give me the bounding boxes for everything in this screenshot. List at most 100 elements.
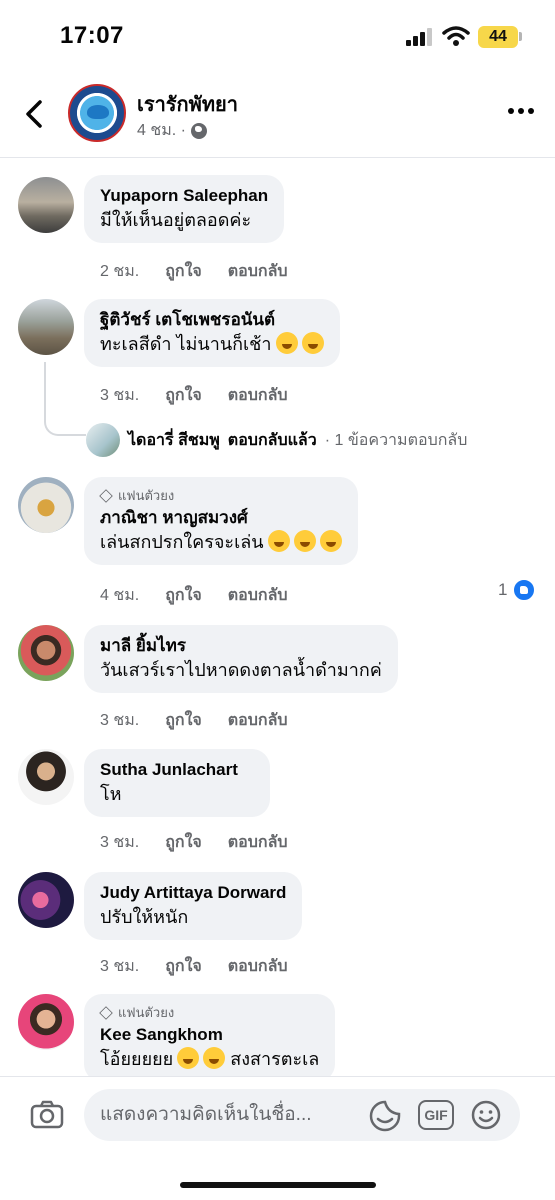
comment-bubble: มาลี ยิ้มไทร วันเสวร์เราไปหาดดงตาลน้ำดำม… <box>84 625 398 693</box>
post-header: เรารักพัทยา 4 ชม. · <box>0 70 555 158</box>
post-time: 4 ชม. · <box>137 122 186 139</box>
reply-author: ไดอารี่ สีชมพู <box>128 431 220 449</box>
comment-author[interactable]: ภาณิชา หาญสมวงศ์ <box>100 507 342 529</box>
comment-text: เล่นสกปรกใครจะเล่น <box>100 529 342 555</box>
comment-bubble: แฟนตัวยง ภาณิชา หาญสมวงศ์ เล่นสกปรกใครจะ… <box>84 477 358 565</box>
diamond-icon <box>99 489 113 503</box>
reply-button[interactable]: ตอบกลับ <box>228 830 288 855</box>
comment-author[interactable]: Kee Sangkhom <box>100 1024 319 1046</box>
comment-time: 3 ชม. <box>100 387 140 404</box>
comment-actions: 3 ชม. ถูกใจ ตอบกลับ <box>100 708 288 733</box>
comment-author[interactable]: ฐิติวัชร์ เตโชเพชรอนันต์ <box>100 309 324 331</box>
smiley-icon[interactable] <box>470 1099 502 1131</box>
comment-author[interactable]: มาลี ยิ้มไทร <box>100 635 382 657</box>
comment-bubble: Yupaporn Saleephan มีให้เห็นอยู่ตลอดค่ะ <box>84 175 285 243</box>
comment-actions: 3 ชม. ถูกใจ ตอบกลับ <box>100 830 288 855</box>
comment-text: โห <box>100 784 122 804</box>
grin-emoji-icon <box>301 332 324 354</box>
post-meta: 4 ชม. · <box>137 118 207 143</box>
status-bar: 17:07 44 <box>0 0 555 70</box>
dolphin-logo-icon <box>87 105 109 119</box>
comment-actions: 3 ชม. ถูกใจ ตอบกลับ <box>100 954 288 979</box>
like-button[interactable]: ถูกใจ <box>165 583 202 608</box>
shush-emoji-icon <box>267 530 290 552</box>
avatar[interactable] <box>18 749 74 805</box>
comment-bubble: Sutha Junlachart โห <box>84 749 270 817</box>
comment-input-wrapper: GIF <box>84 1089 520 1141</box>
comment-text: โอ้ยยยยย สงสารตะเล <box>100 1046 319 1072</box>
status-time: 17:07 <box>60 22 124 49</box>
like-icon <box>513 579 536 601</box>
badge-label: แฟนตัวยง <box>118 1005 175 1020</box>
avatar[interactable] <box>18 994 74 1050</box>
view-replies-link[interactable]: ไดอารี่ สีชมพู ตอบกลับแล้ว · 1 ข้อความตอ… <box>86 423 467 457</box>
like-button[interactable]: ถูกใจ <box>165 259 202 284</box>
reply-button[interactable]: ตอบกลับ <box>228 708 288 733</box>
comment-time: 3 ชม. <box>100 958 140 975</box>
diamond-icon <box>99 1006 113 1020</box>
comment-time: 4 ชม. <box>100 587 140 604</box>
comment-actions: 3 ชม. ถูกใจ ตอบกลับ <box>100 383 288 408</box>
reaction-count[interactable]: 1 <box>498 579 536 601</box>
sticker-icon[interactable] <box>368 1099 402 1133</box>
avatar <box>86 423 120 457</box>
globe-icon <box>190 122 207 139</box>
comment-author[interactable]: Sutha Junlachart <box>100 759 254 781</box>
more-options-button[interactable] <box>508 108 534 116</box>
shush-emoji-icon <box>293 530 316 552</box>
signal-icon <box>406 28 434 46</box>
comment-bubble: แฟนตัวยง Kee Sangkhom โอ้ยยยยย สงสารตะเล <box>84 994 336 1082</box>
comment-author[interactable]: Judy Artittaya Dorward <box>100 882 286 904</box>
avatar[interactable] <box>18 872 74 928</box>
like-button[interactable]: ถูกใจ <box>165 708 202 733</box>
comment-bubble: Judy Artittaya Dorward ปรับให้หนัก <box>84 872 303 940</box>
comment-time: 2 ชม. <box>100 263 140 280</box>
comment-actions: 4 ชม. ถูกใจ ตอบกลับ <box>100 583 288 608</box>
reaction-number: 1 <box>498 580 508 599</box>
comment-author[interactable]: Yupaporn Saleephan <box>100 185 268 207</box>
sad-emoji-icon <box>177 1047 200 1069</box>
like-button[interactable]: ถูกใจ <box>165 954 202 979</box>
comment-text: มีให้เห็นอยู่ตลอดค่ะ <box>100 210 252 230</box>
comment-time: 3 ชม. <box>100 834 140 851</box>
battery-level: 44 <box>478 26 518 48</box>
home-indicator <box>180 1182 376 1188</box>
comment-text-body: ทะเลสีดำ ไม่นานก็เช้า <box>100 334 272 354</box>
cry-emoji-icon <box>203 1047 226 1069</box>
reply-action: ตอบกลับแล้ว <box>227 431 317 449</box>
more-icon <box>508 108 514 114</box>
like-button[interactable]: ถูกใจ <box>165 383 202 408</box>
camera-icon[interactable] <box>30 1099 64 1129</box>
avatar[interactable] <box>18 299 74 355</box>
reply-button[interactable]: ตอบกลับ <box>228 259 288 284</box>
top-fan-badge: แฟนตัวยง <box>99 487 342 505</box>
comment-text-body: โอ้ยยยยย <box>100 1049 174 1069</box>
page-avatar[interactable] <box>68 84 126 142</box>
comment-actions: 2 ชม. ถูกใจ ตอบกลับ <box>100 259 288 284</box>
comment-text: ทะเลสีดำ ไม่นานก็เช้า <box>100 331 324 357</box>
avatar[interactable] <box>18 477 74 533</box>
battery-tip <box>519 32 522 41</box>
avatar[interactable] <box>18 625 74 681</box>
gif-icon[interactable]: GIF <box>418 1100 454 1130</box>
comment-text: ปรับให้หนัก <box>100 907 189 927</box>
like-button[interactable]: ถูกใจ <box>165 830 202 855</box>
avatar[interactable] <box>18 177 74 233</box>
wifi-icon <box>442 26 470 46</box>
reply-button[interactable]: ตอบกลับ <box>228 383 288 408</box>
reply-button[interactable]: ตอบกลับ <box>228 954 288 979</box>
comment-composer: GIF <box>0 1076 555 1200</box>
reply-button[interactable]: ตอบกลับ <box>228 583 288 608</box>
page-name[interactable]: เรารักพัทยา <box>137 88 238 120</box>
reply-thread-line <box>44 362 86 436</box>
grin-emoji-icon <box>275 332 298 354</box>
comment-text-body: เล่นสกปรกใครจะเล่น <box>100 532 264 552</box>
comment-bubble: ฐิติวัชร์ เตโชเพชรอนันต์ ทะเลสีดำ ไม่นาน… <box>84 299 340 367</box>
top-fan-badge: แฟนตัวยง <box>99 1004 319 1022</box>
reply-count: · 1 ข้อความตอบกลับ <box>324 431 468 449</box>
back-arrow-icon[interactable] <box>20 98 48 130</box>
comment-input[interactable] <box>100 1099 368 1131</box>
comment-text: วันเสวร์เราไปหาดดงตาลน้ำดำมากค่ <box>100 660 382 680</box>
shush-emoji-icon <box>319 530 342 552</box>
comment-time: 3 ชม. <box>100 712 140 729</box>
